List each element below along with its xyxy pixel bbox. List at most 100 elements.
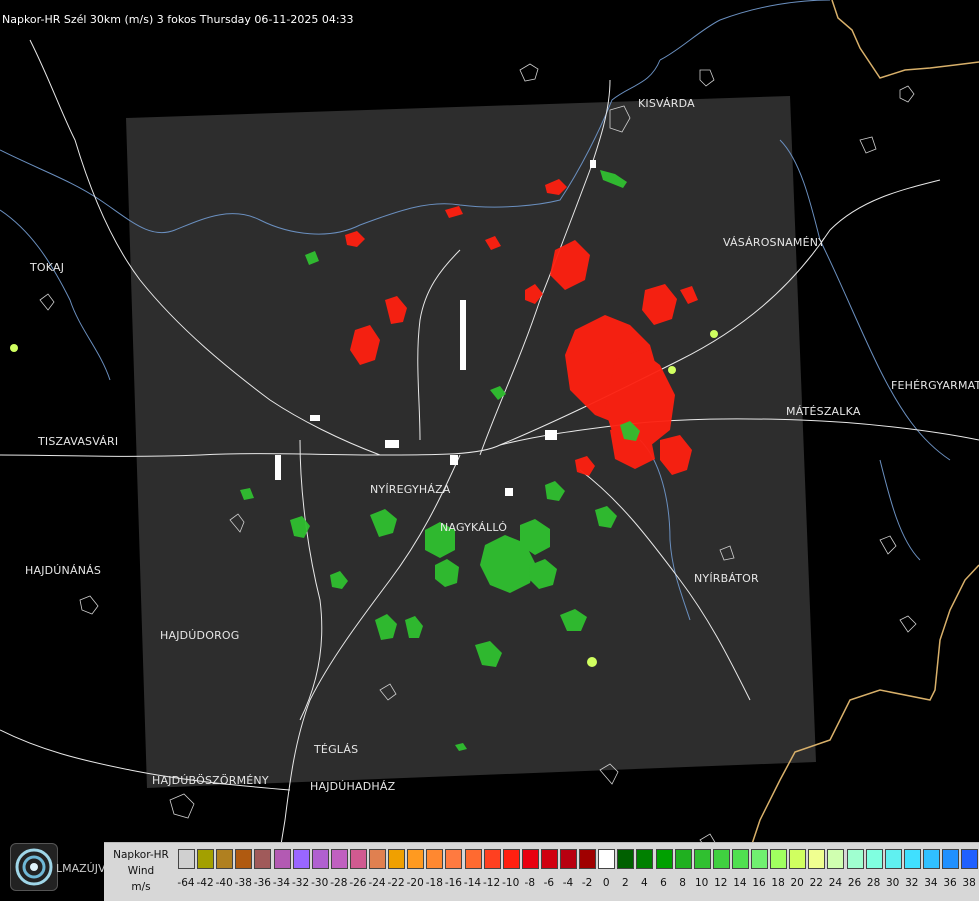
- legend-tick-label: 4: [641, 877, 648, 889]
- legend-swatch: [178, 849, 195, 869]
- legend-swatch: [636, 849, 654, 869]
- legend-tick-label: 2: [621, 877, 629, 889]
- legend-tick-label: 32: [905, 877, 919, 889]
- logo-icon: [10, 843, 58, 891]
- border-line: [831, 0, 979, 79]
- legend-tick-label: 26: [847, 877, 862, 889]
- legend-swatch: [922, 849, 940, 869]
- legend-tick-label: -40: [215, 877, 233, 889]
- legend-swatch: [426, 849, 444, 869]
- city-label-tiszavasvari: TISZAVASVÁRI: [38, 435, 119, 448]
- radar-echo-zero: [450, 455, 458, 465]
- radar-echo-light: [710, 330, 718, 338]
- legend-swatch: [770, 849, 788, 869]
- legend-swatch: [407, 849, 425, 869]
- settlement: [519, 63, 539, 82]
- legend-tick-label: -42: [196, 877, 214, 889]
- legend-tick-label: -22: [387, 877, 405, 889]
- legend-tick-label: -16: [444, 877, 462, 889]
- settlement: [79, 595, 99, 615]
- legend-swatch: [942, 849, 959, 869]
- legend-swatch: [655, 849, 673, 869]
- radar-map: [0, 0, 979, 900]
- radar-echo-zero: [275, 455, 281, 480]
- legend-swatch: [502, 849, 520, 869]
- radar-echo-zero: [460, 300, 466, 370]
- legend-tick-label: 24: [828, 877, 843, 889]
- radar-echo-zero: [505, 488, 513, 496]
- city-label-tokaj: TOKAJ: [30, 261, 65, 274]
- legend-swatch: [369, 849, 386, 869]
- city-label-vasarosnameny: VÁSÁROSNAMÉNY: [723, 236, 826, 249]
- city-label-hajdudorog: HAJDÚDOROG: [160, 629, 240, 642]
- legend-title: Napkor-HR: [113, 849, 169, 861]
- legend-swatch: [540, 849, 558, 869]
- legend-swatch: [598, 849, 616, 869]
- radar-echo-zero: [310, 415, 320, 421]
- city-label-nyiregyhaza: NYÍREGYHÁZA: [370, 483, 451, 496]
- legend-tick-label: 10: [695, 877, 709, 889]
- legend-tick-label: -34: [272, 877, 291, 889]
- river: [659, 0, 831, 61]
- radar-echo-zero: [545, 430, 557, 440]
- city-label-hajduboszormeny: HAJDÚBÖSZÖRMÉNY: [152, 774, 269, 787]
- settlement: [899, 85, 915, 103]
- legend-tick-label: 6: [660, 877, 667, 889]
- city-label-hajduhadhaz: HAJDÚHADHÁZ: [310, 780, 396, 793]
- city-label-fehergyarmat: FEHÉRGYARMAT: [891, 379, 979, 392]
- map-title: Napkor-HR Szél 30km (m/s) 3 fokos Thursd…: [2, 13, 354, 26]
- legend-tick-label: -4: [562, 877, 574, 889]
- river: [0, 209, 111, 381]
- legend-swatch: [235, 849, 253, 869]
- legend-tick-label: -38: [234, 877, 252, 889]
- legend-tick-label: 34: [924, 877, 938, 889]
- legend-tick-label: -12: [483, 877, 501, 889]
- legend-swatch: [254, 849, 272, 869]
- city-label-mateszalka: MÁTÉSZALKA: [786, 405, 861, 418]
- legend-swatch: [731, 849, 749, 869]
- legend-swatch: [560, 849, 577, 869]
- legend-tick-label: -26: [349, 877, 367, 889]
- legend-swatch: [579, 849, 597, 869]
- legend-tick-label: -14: [463, 877, 482, 889]
- city-label-nagykallo: NAGYKÁLLÓ: [440, 521, 508, 534]
- legend-swatch: [961, 849, 979, 869]
- legend-swatch: [846, 849, 864, 869]
- legend-tick-label: 28: [866, 877, 881, 889]
- radar-echo-light: [668, 366, 676, 374]
- legend-tick-label: 22: [809, 877, 823, 889]
- legend-tick-label: -36: [253, 877, 271, 889]
- settlement: [859, 136, 877, 154]
- legend-swatch: [216, 849, 234, 869]
- settlement: [899, 615, 917, 633]
- city-label-kisvarda: KISVÁRDA: [638, 97, 695, 110]
- legend-swatch: [388, 849, 406, 869]
- legend-swatch: [789, 849, 807, 869]
- legend-swatch: [751, 849, 768, 869]
- legend-swatch: [464, 849, 482, 869]
- legend-quantity: Wind: [127, 865, 155, 877]
- legend-tick-label: 0: [602, 877, 610, 889]
- settlement: [699, 69, 715, 87]
- settlement: [169, 793, 195, 819]
- legend-tick-label: 20: [790, 877, 804, 889]
- legend-swatch: [865, 849, 883, 869]
- legend-swatch: [292, 849, 310, 869]
- legend-tick-label: 36: [943, 877, 957, 889]
- legend-swatch: [827, 849, 845, 869]
- legend-tick-label: 38: [962, 877, 976, 889]
- legend-swatch: [674, 849, 692, 869]
- color-legend: Napkor-HR Wind m/s -64 -42 -40 -38 -36 -34 -32…: [104, 842, 979, 901]
- legend-swatch: [273, 849, 291, 869]
- legend-tick-label: 30: [886, 877, 900, 889]
- legend-swatch: [445, 849, 463, 869]
- settlement: [39, 293, 55, 311]
- legend-swatch: [311, 849, 329, 869]
- legend-tick-label: 8: [679, 877, 686, 889]
- legend-unit: m/s: [131, 881, 151, 893]
- legend-swatch: [521, 849, 539, 869]
- river: [879, 459, 921, 561]
- legend-tick-label: 16: [752, 877, 766, 889]
- legend-swatch: [197, 849, 215, 869]
- legend-tick-label: 12: [714, 877, 728, 889]
